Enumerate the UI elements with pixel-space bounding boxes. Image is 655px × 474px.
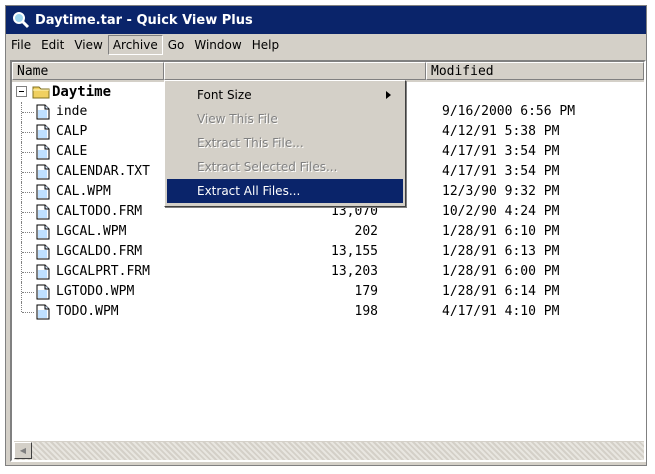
file-name: LGCALPRT.FRM	[56, 264, 150, 279]
view-this-file-item[interactable]: View This File	[167, 107, 403, 131]
column-modified[interactable]: Modified	[426, 62, 644, 80]
file-size: 13,203	[331, 264, 378, 279]
file-modified: 10/2/90 4:24 PM	[442, 204, 560, 219]
folder-icon	[32, 84, 50, 100]
file-modified: 4/17/91 4:10 PM	[442, 304, 560, 319]
column-size[interactable]	[164, 62, 426, 80]
file-icon	[36, 264, 50, 280]
file-row[interactable]: LGCALPRT.FRM 13,203 1/28/91 6:00 PM	[12, 262, 644, 282]
file-size: 179	[354, 284, 378, 299]
extract-selected-files-item[interactable]: Extract Selected Files...	[167, 155, 403, 179]
file-row[interactable]: LGCAL.WPM 202 1/28/91 6:10 PM	[12, 222, 644, 242]
quick-view-plus-window: Daytime.tar - Quick View Plus File Edit …	[5, 5, 647, 466]
window-title: Daytime.tar - Quick View Plus	[35, 12, 253, 28]
file-modified: 4/12/91 5:38 PM	[442, 124, 560, 139]
menu-file[interactable]: File	[6, 35, 36, 55]
horizontal-scrollbar[interactable]: ◀	[14, 441, 644, 460]
file-icon	[36, 144, 50, 160]
font-size-label: Font Size	[197, 88, 252, 102]
file-icon	[36, 244, 50, 260]
font-size-item[interactable]: Font Size	[167, 83, 403, 107]
extract-all-files-item[interactable]: Extract All Files...	[167, 179, 403, 203]
file-row[interactable]: TODO.WPM 198 4/17/91 4:10 PM	[12, 302, 644, 322]
tree-branch	[22, 232, 34, 233]
menu-window[interactable]: Window	[189, 35, 246, 55]
file-name: CALE	[56, 144, 88, 159]
file-name: LGCAL.WPM	[56, 224, 127, 239]
menu-archive[interactable]: Archive	[107, 35, 163, 55]
collapse-icon[interactable]	[16, 86, 27, 97]
tree-branch	[22, 192, 34, 193]
tree-branch	[22, 132, 34, 133]
file-row[interactable]: LGCALDO.FRM 13,155 1/28/91 6:13 PM	[12, 242, 644, 262]
file-modified: 4/17/91 3:54 PM	[442, 144, 560, 159]
archive-dropdown-menu: Font Size View This File Extract This Fi…	[164, 80, 406, 207]
file-icon	[36, 304, 50, 320]
column-header: Name Modified	[12, 62, 644, 82]
file-icon	[36, 124, 50, 140]
scroll-left-button[interactable]: ◀	[14, 442, 32, 459]
file-size: 202	[354, 224, 378, 239]
file-modified: 1/28/91 6:14 PM	[442, 284, 560, 299]
file-icon	[36, 284, 50, 300]
tree-branch	[22, 112, 34, 113]
file-modified: 1/28/91 6:13 PM	[442, 244, 560, 259]
file-size: 198	[354, 304, 378, 319]
file-name: LGTODO.WPM	[56, 284, 135, 299]
file-name: TODO.WPM	[56, 304, 119, 319]
file-row[interactable]: LGTODO.WPM 179 1/28/91 6:14 PM	[12, 282, 644, 302]
tree-branch	[22, 272, 34, 273]
tree-branch	[22, 172, 34, 173]
tree-branch	[22, 292, 34, 293]
file-name: LGCALDO.FRM	[56, 244, 143, 259]
file-modified: 12/3/90 9:32 PM	[442, 184, 560, 199]
tree-line	[21, 302, 22, 312]
file-modified: 1/28/91 6:00 PM	[442, 264, 560, 279]
menu-view[interactable]: View	[69, 35, 107, 55]
menu-help[interactable]: Help	[247, 35, 284, 55]
tree-branch	[22, 212, 34, 213]
file-name: CALP	[56, 124, 88, 139]
tree-branch	[22, 252, 34, 253]
magnifier-icon	[12, 11, 30, 29]
file-name: CAL.WPM	[56, 184, 111, 199]
tree-branch	[22, 152, 34, 153]
file-name: inde	[56, 104, 88, 119]
folder-label: Daytime	[52, 84, 112, 100]
menu-bar: File Edit View Archive Go Window Help	[6, 34, 646, 56]
column-name[interactable]: Name	[12, 62, 164, 80]
file-icon	[36, 104, 50, 120]
extract-this-file-item[interactable]: Extract This File...	[167, 131, 403, 155]
file-name: CALENDAR.TXT	[56, 164, 150, 179]
tree-branch	[22, 312, 34, 313]
file-icon	[36, 224, 50, 240]
file-icon	[36, 164, 50, 180]
file-size: 13,155	[331, 244, 378, 259]
file-modified: 9/16/2000 6:56 PM	[442, 104, 576, 119]
file-modified: 1/28/91 6:10 PM	[442, 224, 560, 239]
file-icon	[36, 184, 50, 200]
menu-edit[interactable]: Edit	[36, 35, 69, 55]
title-bar[interactable]: Daytime.tar - Quick View Plus	[6, 6, 646, 34]
submenu-arrow-icon	[386, 91, 391, 99]
file-modified: 4/17/91 3:54 PM	[442, 164, 560, 179]
file-name: CALTODO.FRM	[56, 204, 143, 219]
menu-go[interactable]: Go	[163, 35, 190, 55]
file-icon	[36, 204, 50, 220]
